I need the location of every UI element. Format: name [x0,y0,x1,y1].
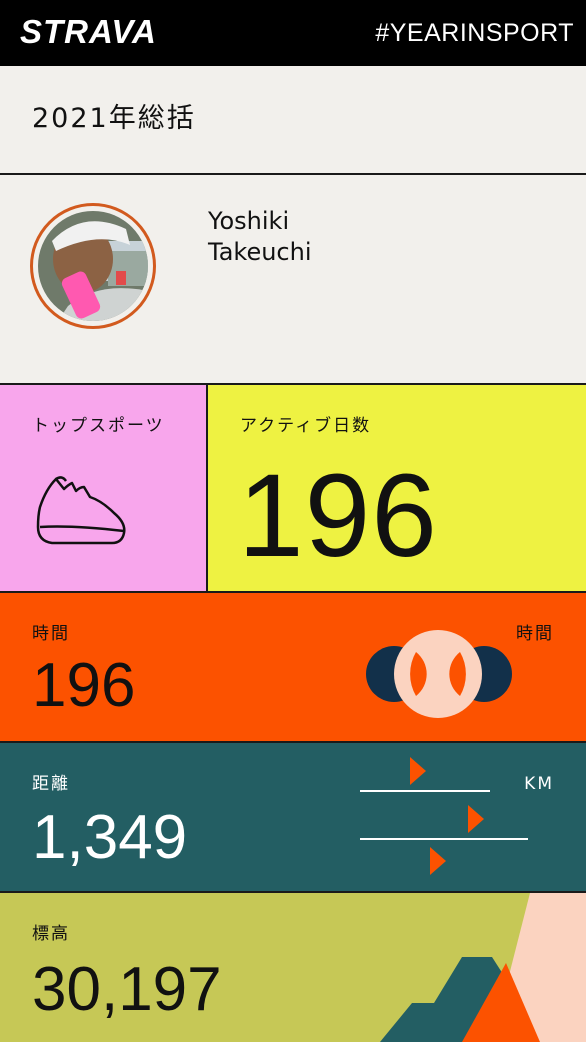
year-summary-section: 2021年総括 [0,66,586,175]
elevation-tile: 標高 30,197 M [0,893,586,1042]
time-value: 196 [32,651,136,720]
active-days-value: 196 [238,450,438,582]
top-sport-tile: トップスポーツ [0,385,208,593]
profile-section: Yoshiki Takeuchi [0,176,586,385]
top-sport-label: トップスポーツ [32,416,165,436]
page-title: 2021年総括 [32,103,196,134]
time-circles-graphic [366,630,512,718]
distance-arrows-graphic [360,757,528,875]
avatar-photo-illustration [38,211,148,321]
athlete-last-name: Takeuchi [208,238,312,266]
running-shoe-icon [36,476,126,545]
distance-tile: 距離 1,349 KM [0,743,586,893]
avatar[interactable] [30,203,156,329]
time-label: 時間 [32,624,70,644]
elevation-mountain-graphic [380,893,586,1042]
active-days-label: アクティブ日数 [240,416,372,436]
athlete-name: Yoshiki Takeuchi [208,206,408,268]
distance-value: 1,349 [32,803,188,872]
distance-label: 距離 [32,774,70,794]
time-unit: 時間 [516,624,554,644]
strava-logo: STRAVA [20,13,157,50]
athlete-first-name: Yoshiki [208,207,290,235]
time-tile: 時間 196 時間 [0,593,586,743]
top-bar: STRAVA #YEARINSPORT [0,0,586,66]
elevation-value: 30,197 [32,955,222,1024]
active-days-tile: アクティブ日数 196 [208,385,586,593]
avatar-photo [38,211,148,321]
year-in-sport-hashtag: #YEARINSPORT [375,19,574,47]
elevation-label: 標高 [32,924,70,944]
